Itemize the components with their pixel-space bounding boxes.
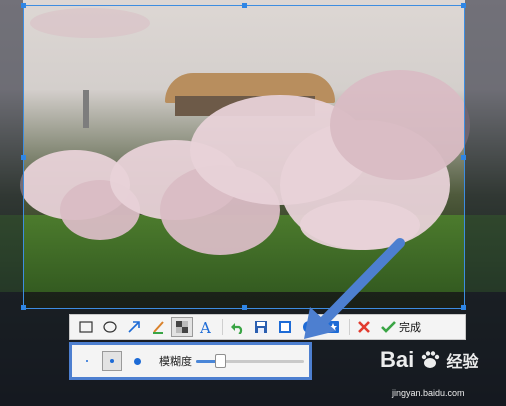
resize-handle-right[interactable] xyxy=(461,155,466,160)
rectangle-tool-button[interactable] xyxy=(75,317,97,337)
large-dot-icon xyxy=(133,357,141,365)
blur-level-slider[interactable] xyxy=(196,354,304,368)
save-button[interactable] xyxy=(250,317,272,337)
text-icon: A xyxy=(199,319,211,335)
medium-dot-icon xyxy=(110,359,114,363)
arrow-tool-button[interactable] xyxy=(123,317,145,337)
rectangle-icon xyxy=(79,321,93,333)
resize-handle-bottom-left[interactable] xyxy=(21,305,26,310)
slider-thumb[interactable] xyxy=(215,354,226,368)
mosaic-icon xyxy=(176,321,188,333)
annotation-arrow xyxy=(304,238,405,339)
size-medium-button[interactable] xyxy=(102,351,122,371)
brush-tool-button[interactable] xyxy=(147,317,169,337)
text-tool-button[interactable]: A xyxy=(195,317,217,337)
watermark-brand-left: Bai xyxy=(380,347,415,372)
resize-handle-bottom-right[interactable] xyxy=(461,305,466,310)
undo-icon xyxy=(231,323,243,334)
arrow-icon xyxy=(128,321,140,333)
size-small-button[interactable] xyxy=(77,351,97,371)
watermark-brand-right: 经验 xyxy=(446,354,479,371)
copy-button[interactable] xyxy=(274,317,296,337)
watermark-url: jingyan.baidu.com xyxy=(392,388,465,398)
resize-handle-left[interactable] xyxy=(21,155,26,160)
watermark-brand: Bai 经验 xyxy=(380,347,479,372)
ellipse-tool-button[interactable] xyxy=(99,317,121,337)
size-large-button[interactable] xyxy=(127,351,147,371)
undo-button[interactable] xyxy=(226,317,248,337)
dim-overlay-right xyxy=(465,0,506,406)
brush-icon xyxy=(153,321,164,334)
ellipse-icon xyxy=(103,321,117,333)
resize-handle-top[interactable] xyxy=(242,3,247,8)
svg-text:A: A xyxy=(199,319,211,335)
resize-handle-top-right[interactable] xyxy=(461,3,466,8)
baidu-watermark: Bai 经验 xyxy=(380,347,479,373)
blur-level-label: 模糊度 xyxy=(159,355,192,368)
mosaic-options-bar: 模糊度 xyxy=(69,342,312,380)
dim-overlay-left xyxy=(0,0,23,406)
mosaic-tool-button[interactable] xyxy=(171,317,193,337)
resize-handle-top-left[interactable] xyxy=(21,3,26,8)
toolbar-divider xyxy=(222,319,223,335)
paw-icon xyxy=(422,351,440,368)
save-icon xyxy=(255,321,267,333)
small-dot-icon xyxy=(86,360,88,362)
resize-handle-bottom[interactable] xyxy=(242,305,247,310)
copy-icon xyxy=(279,321,291,333)
slider-fill xyxy=(196,360,217,363)
